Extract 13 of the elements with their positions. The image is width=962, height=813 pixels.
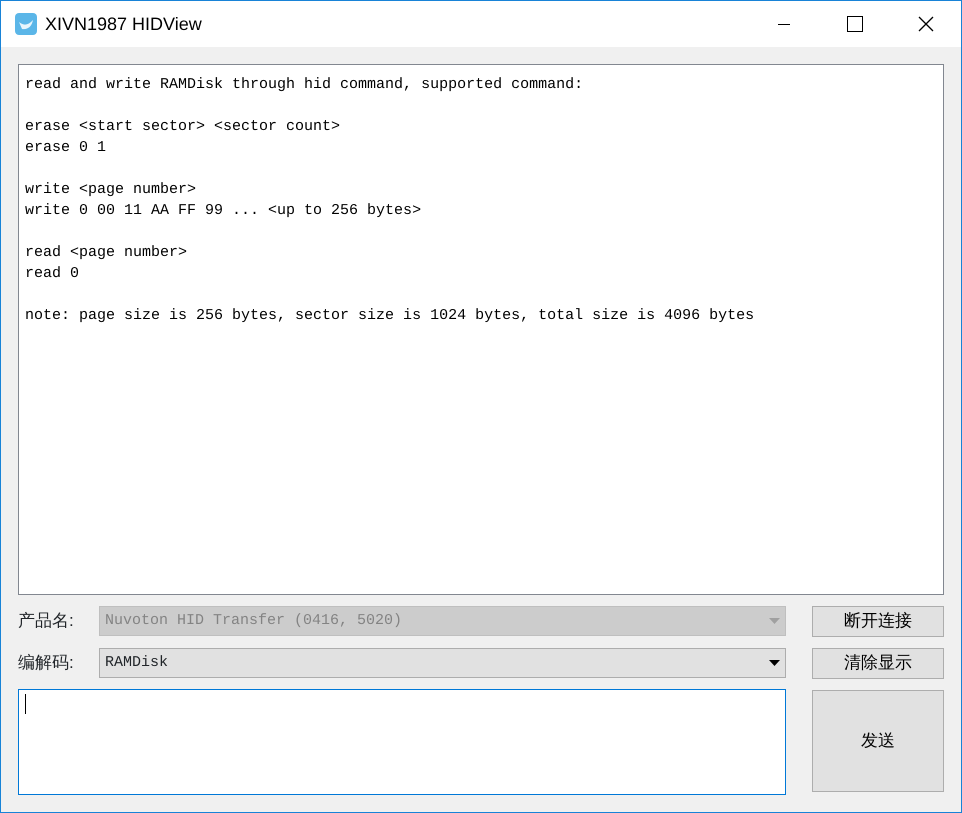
maximize-icon [847, 16, 863, 32]
field-label: 产品名: [18, 610, 75, 632]
app-icon [15, 13, 37, 35]
send-button[interactable]: 发送 [812, 690, 944, 792]
field-label: 编解码: [18, 652, 75, 674]
caret-icon [769, 618, 780, 624]
window-title: XIVN1987 HIDView [45, 12, 202, 36]
dropdown[interactable]: RAMDisk [99, 648, 786, 678]
output-text-area[interactable]: read and write RAMDisk through hid command, supported command: erase <start sector> <sector count> erase 0 1 write <page number> write 0 00 11 AA FF 99 ... <up to 256 bytes> read <page number> read 0 note: page size is 256 bytes, sector size is 1024 bytes, total size is 4096 bytes [18, 64, 944, 595]
caret-icon [769, 660, 780, 666]
action-button[interactable]: 清除显示 [812, 648, 944, 678]
command-input-field[interactable] [18, 689, 786, 795]
close-icon [918, 16, 934, 32]
